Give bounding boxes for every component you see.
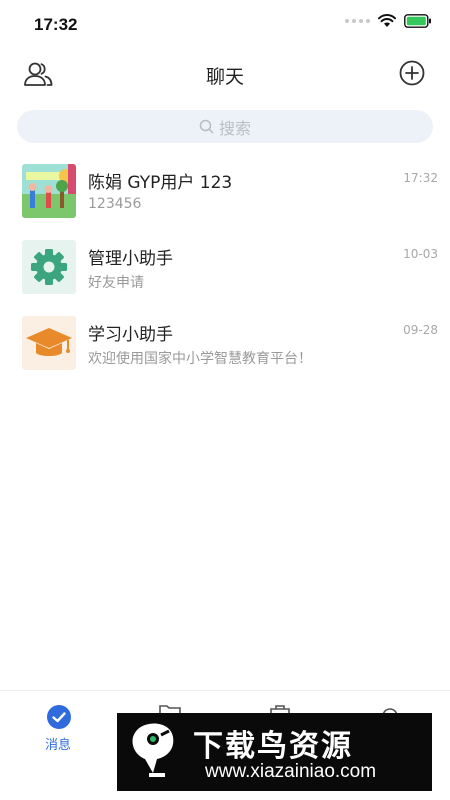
chat-item[interactable]: 学习小助手 欢迎使用国家中小学智慧教育平台！ 09-28 bbox=[0, 310, 450, 386]
chat-preview: 好友申请 bbox=[88, 275, 144, 291]
avatar bbox=[22, 316, 76, 370]
watermark: 下载鸟资源 www.xiazainiao.com bbox=[117, 713, 432, 791]
avatar bbox=[22, 164, 76, 218]
image-thumbnail-icon bbox=[22, 164, 76, 218]
chat-name: 管理小助手 bbox=[88, 249, 173, 269]
chat-time: 10-03 bbox=[403, 247, 438, 261]
page-title: 聊天 bbox=[205, 66, 244, 88]
search-placeholder: 搜索 bbox=[218, 118, 251, 138]
search-icon bbox=[199, 119, 214, 134]
add-circle-icon[interactable] bbox=[398, 59, 426, 87]
gear-icon bbox=[31, 249, 67, 285]
watermark-url: www.xiazainiao.com bbox=[205, 761, 377, 782]
tab-messages-icon[interactable] bbox=[46, 704, 72, 730]
status-time: 17:32 bbox=[34, 15, 78, 34]
status-bar: 17:32 bbox=[0, 0, 450, 48]
chat-time: 17:32 bbox=[403, 171, 438, 185]
avatar bbox=[22, 240, 76, 294]
signal-dots-icon bbox=[345, 19, 370, 23]
chat-time: 09-28 bbox=[403, 323, 438, 337]
nav-bar: 聊天 bbox=[0, 52, 450, 96]
chat-item[interactable]: 陈娟 GYP用户 123 123456 17:32 bbox=[0, 158, 450, 234]
tab-messages[interactable]: 消息 bbox=[45, 734, 71, 753]
chat-list: 陈娟 GYP用户 123 123456 17:32 管理小助手 好友申请 10-… bbox=[0, 158, 450, 386]
bird-logo-icon bbox=[132, 723, 174, 777]
wifi-icon bbox=[378, 14, 396, 27]
status-icons bbox=[345, 14, 432, 28]
search-bar[interactable]: 搜索 bbox=[17, 110, 433, 143]
chat-name: 陈娟 GYP用户 123 bbox=[88, 173, 233, 193]
graduation-cap-icon bbox=[26, 328, 72, 356]
battery-icon bbox=[404, 14, 431, 28]
chat-item[interactable]: 管理小助手 好友申请 10-03 bbox=[0, 234, 450, 310]
chat-preview: 欢迎使用国家中小学智慧教育平台！ bbox=[88, 351, 312, 367]
watermark-title: 下载鸟资源 bbox=[193, 729, 353, 764]
chat-name: 学习小助手 bbox=[88, 325, 173, 345]
chat-preview: 123456 bbox=[88, 196, 142, 212]
